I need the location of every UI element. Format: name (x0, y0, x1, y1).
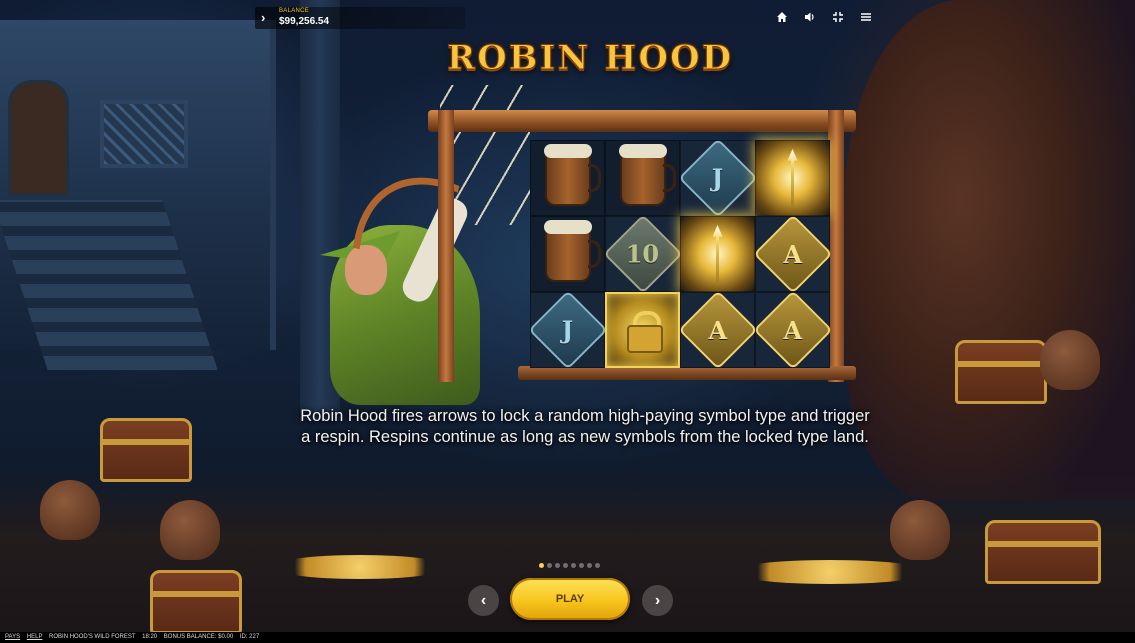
reel-cell (605, 140, 680, 216)
game-scene: › BALANCE $99,256.54 ROBIN HOOD J 10 A J… (0, 0, 1135, 632)
ale-mug-symbol (618, 144, 676, 206)
previous-page-button[interactable]: ‹ (467, 584, 500, 617)
pagination-dot[interactable] (579, 563, 584, 568)
sound-icon[interactable] (803, 11, 817, 25)
top-bar: › BALANCE $99,256.54 (255, 5, 880, 31)
help-link[interactable]: HELP (27, 634, 43, 640)
reel-cell (530, 140, 605, 216)
tree-illustration (845, 0, 1135, 500)
coin-sack-illustration (40, 480, 100, 540)
bonus-balance: BONUS BALANCE: $0.00 (163, 634, 234, 640)
clock-time: 18:20 (142, 634, 158, 640)
reel-cell: A (677, 290, 758, 370)
pagination-dot[interactable] (595, 563, 600, 568)
chevron-right-icon[interactable]: › (261, 10, 265, 25)
reel-cell: 10 (602, 214, 683, 294)
reel-cell: J (677, 138, 758, 218)
ale-mug-symbol (543, 220, 601, 282)
reel-cell (530, 216, 605, 292)
treasure-chest-illustration (100, 418, 192, 482)
pagination-dot[interactable] (571, 563, 576, 568)
chevron-left-icon: ‹ (480, 591, 487, 609)
reel-cell (755, 140, 830, 216)
reel-cell: J (527, 290, 608, 370)
reel-grid: J 10 A J A A (527, 138, 833, 370)
arrow-symbol-icon (712, 225, 723, 283)
home-icon[interactable] (775, 11, 789, 25)
reel-frame-post (438, 110, 454, 382)
pagination-dot[interactable] (539, 563, 544, 568)
balance-label: BALANCE (279, 8, 310, 14)
reel-cell: A (752, 290, 833, 370)
treasure-chest-illustration (150, 570, 242, 632)
reel-cell: A (752, 214, 833, 294)
pagination-dots (539, 563, 600, 568)
play-button[interactable]: PLAY (510, 578, 630, 620)
next-page-button[interactable]: › (641, 584, 674, 617)
fullscreen-icon[interactable] (831, 11, 845, 25)
reel-frame-top (428, 110, 856, 132)
pagination-dot[interactable] (563, 563, 568, 568)
coin-sack-illustration (1040, 330, 1100, 390)
feature-description: Robin Hood fires arrows to lock a random… (300, 407, 870, 446)
padlock-icon (626, 311, 663, 353)
pagination-dot[interactable] (587, 563, 592, 568)
game-name: ROBIN HOOD'S WILD FOREST (49, 634, 136, 640)
treasure-chest-illustration (985, 520, 1101, 584)
pays-link[interactable]: PAYS (5, 634, 20, 640)
balance-panel: › BALANCE $99,256.54 (255, 7, 465, 29)
a-symbol: A (677, 290, 758, 370)
ale-mug-symbol (543, 144, 601, 206)
menu-icon[interactable] (859, 11, 873, 25)
arrow-symbol-icon (787, 149, 798, 207)
reel-cell (680, 216, 755, 292)
pagination-dot[interactable] (547, 563, 552, 568)
reel-cell (605, 292, 680, 368)
treasure-chest-illustration (955, 340, 1047, 404)
ten-symbol: 10 (602, 214, 683, 294)
session-id: ID: 227 (239, 634, 260, 640)
window-illustration (100, 100, 188, 168)
balance-value: $99,256.54 (279, 16, 330, 27)
coin-sack-illustration (160, 500, 220, 560)
a-symbol: A (752, 214, 833, 294)
status-footer: PAYS HELP ROBIN HOOD'S WILD FOREST 18:20… (0, 632, 1135, 643)
a-symbol: A (752, 290, 833, 370)
gold-coins-illustration (270, 555, 450, 579)
door-illustration (8, 80, 69, 196)
reel-frame-post (828, 110, 844, 382)
j-symbol: J (527, 290, 608, 370)
chevron-right-icon: › (654, 591, 661, 609)
game-title: ROBIN HOOD (446, 38, 734, 79)
gold-coins-illustration (730, 560, 930, 584)
coin-sack-illustration (890, 500, 950, 560)
j-symbol: J (677, 138, 758, 218)
pagination-dot[interactable] (555, 563, 560, 568)
play-button-label: PLAY (555, 593, 585, 605)
